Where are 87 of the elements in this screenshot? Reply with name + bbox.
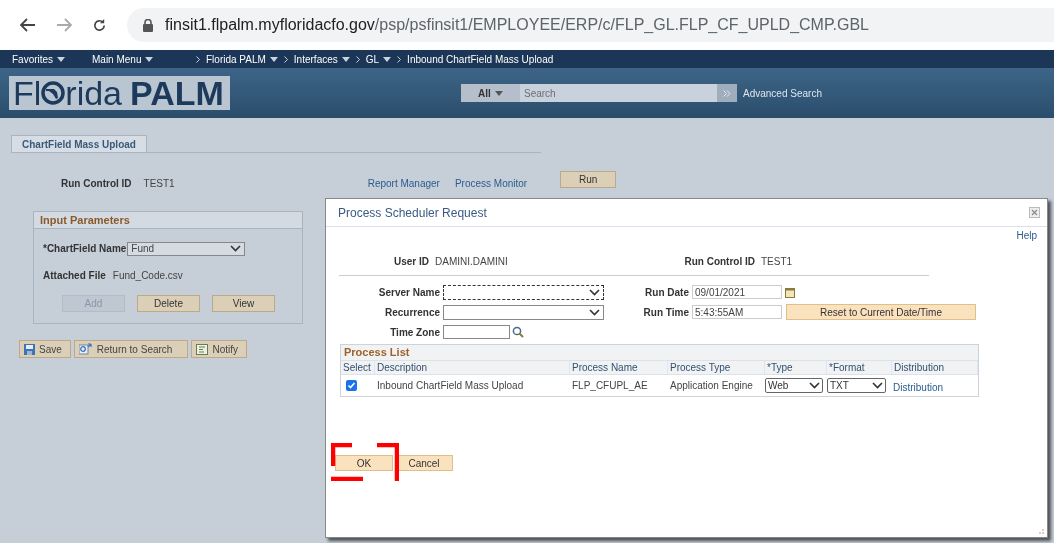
field-label: Run Time	[642, 305, 689, 320]
search-icon[interactable]	[512, 326, 524, 338]
resize-grip-icon	[1037, 527, 1044, 534]
search-scope-dropdown[interactable]: All	[461, 84, 520, 102]
chevron-right-icon	[283, 55, 288, 63]
caret-icon	[57, 56, 66, 62]
format-dropdown[interactable]: TXT	[827, 378, 886, 393]
field-label: Attached File	[43, 269, 106, 283]
breadcrumb-link[interactable]: Interfaces	[293, 51, 350, 67]
column-header: Distribution	[892, 361, 978, 374]
process-monitor-link[interactable]: Process Monitor	[454, 175, 528, 191]
time-zone-field[interactable]	[443, 325, 510, 339]
chevron-right-icon	[397, 55, 402, 63]
calendar-icon[interactable]	[785, 286, 795, 298]
run-button[interactable]: Run	[560, 170, 617, 188]
reload-icon[interactable]	[92, 17, 107, 33]
column-header: Description	[375, 361, 570, 374]
distribution-link[interactable]: Distribution	[893, 381, 944, 393]
breadcrumb-link[interactable]: Inbound ChartField Mass Upload	[407, 51, 554, 67]
field-label: Run Control ID	[683, 254, 755, 269]
chevron-down-icon	[230, 245, 242, 252]
address-bar[interactable]: finsit1.flpalm.myfloridacfo.gov/psp/psfinsit1/EMPLOYEE/ERP/c/FLP_GL.FLP_CF_UPLD_CMP.GBL	[127, 8, 1054, 42]
double-chevron-icon	[723, 89, 731, 97]
select-checkbox[interactable]	[346, 380, 357, 391]
column-header: Select	[341, 361, 375, 374]
run-control-value: TEST1	[761, 254, 793, 269]
field-label: Server Name	[377, 285, 440, 300]
forward-arrow-icon[interactable]	[56, 18, 72, 32]
column-header: *Type	[765, 361, 827, 374]
column-header: *Format	[827, 361, 892, 374]
toolbar-button[interactable]: Save	[19, 340, 71, 358]
action-button[interactable]: View	[212, 295, 275, 312]
chevron-down-icon	[872, 382, 883, 389]
attached-file-name: Fund_Code.csv	[112, 269, 183, 283]
url-text: finsit1.flpalm.myfloridacfo.gov/psp/psfinsit1/EMPLOYEE/ERP/c/FLP_GL.FLP_CF_UPLD_CMP.GBL	[165, 15, 869, 35]
field-label: User ID	[393, 254, 429, 269]
chevron-down-icon	[809, 382, 820, 389]
close-icon[interactable]	[1029, 207, 1040, 218]
reset-date-time-button[interactable]: Reset to Current Date/Time	[786, 304, 976, 320]
menu-link[interactable]: Favorites	[12, 51, 90, 67]
page-tab[interactable]: ChartField Mass Upload	[11, 135, 147, 152]
dialog-button[interactable]: OK	[335, 455, 393, 471]
menu-link[interactable]: Main Menu	[90, 51, 190, 67]
field-label: Run Date	[644, 285, 689, 300]
chevron-right-icon	[355, 55, 360, 63]
table-cell-text: Inbound ChartField Mass Upload	[376, 379, 525, 393]
breadcrumb-link[interactable]: GL	[365, 51, 392, 67]
caret-icon	[341, 56, 350, 62]
florida-palm-logo: Fl rida PALM	[9, 76, 230, 110]
caret-icon	[383, 56, 392, 62]
field-label: Recurrence	[383, 305, 440, 320]
highlight-bracket-drawing	[331, 443, 399, 481]
chevron-down-icon	[589, 288, 600, 296]
run-time-field[interactable]: 5:43:55AM	[692, 305, 782, 319]
advanced-search-link[interactable]: Advanced Search	[743, 85, 822, 101]
note-icon	[196, 343, 209, 355]
help-link[interactable]: Help	[1016, 228, 1037, 243]
toolbar-button[interactable]: Return to Search	[73, 340, 189, 358]
run-control-value: TEST1	[143, 176, 175, 191]
caret-icon	[145, 56, 154, 62]
table-cell-text: FLP_CFUPL_AE	[571, 379, 649, 393]
action-button[interactable]: Delete	[137, 295, 200, 312]
table-cell-text: Application Engine	[669, 379, 754, 393]
grid-title: Process List	[341, 345, 978, 360]
chevron-down-icon	[589, 308, 600, 316]
breadcrumb-link[interactable]: Florida PALM	[206, 51, 278, 67]
caret-icon	[494, 90, 503, 96]
toolbar-button[interactable]: Notify	[191, 340, 247, 358]
chartfield-name-dropdown[interactable]: Fund	[127, 241, 246, 256]
column-header: Process Type	[668, 361, 765, 374]
field-label: *ChartField Name	[43, 242, 127, 256]
search-field[interactable]: Search	[520, 84, 717, 102]
column-header: Process Name	[570, 361, 668, 374]
field-label: Time Zone	[389, 325, 440, 340]
run-date-field[interactable]: 09/01/2021	[692, 285, 782, 299]
panel-title: Input Parameters	[34, 212, 302, 229]
chevron-right-icon	[196, 55, 200, 63]
type-dropdown[interactable]: Web	[765, 378, 823, 393]
dialog-title: Process Scheduler Request	[338, 204, 487, 222]
run-control-label: Run Control ID	[61, 176, 132, 191]
server-name-dropdown[interactable]	[443, 284, 604, 300]
lock-icon	[143, 18, 153, 32]
report-manager-link[interactable]: Report Manager	[367, 175, 440, 191]
back-arrow-icon[interactable]	[20, 18, 36, 32]
user-id-value: DAMINI.DAMINI	[435, 254, 509, 269]
caret-icon	[269, 56, 278, 62]
magnifier-arrow-icon	[78, 343, 93, 355]
